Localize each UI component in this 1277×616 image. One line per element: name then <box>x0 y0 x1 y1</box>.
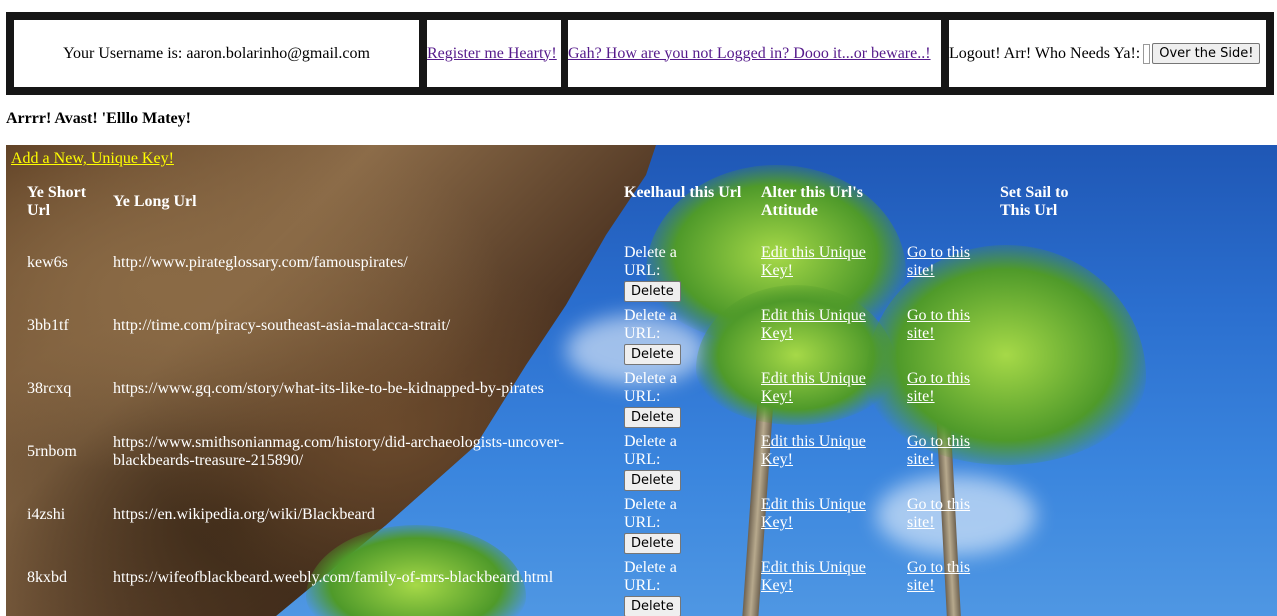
delete-button[interactable]: Delete <box>624 470 681 491</box>
delete-label: Delete a URL: <box>624 496 677 531</box>
delete-button[interactable]: Delete <box>624 596 681 616</box>
logout-label: Logout! Arr! Who Needs Ya!: <box>949 44 1141 62</box>
edit-key-link[interactable]: Edit this Unique Key! <box>761 370 881 406</box>
nav-bar: Your Username is: aaron.bolarinho@gmail.… <box>6 12 1274 95</box>
delete-cell: Delete a URL: Delete <box>624 307 681 365</box>
logout-hidden-input[interactable] <box>1143 43 1151 64</box>
logout-button[interactable]: Over the Side! <box>1152 43 1261 64</box>
long-url-cell: http://time.com/piracy-southeast-asia-ma… <box>113 317 451 334</box>
edit-key-link[interactable]: Edit this Unique Key! <box>761 307 881 343</box>
column-header-visit: Set Sail to This Url <box>1000 184 1069 219</box>
delete-cell: Delete a URL: Delete <box>624 496 681 554</box>
username-text: Your Username is: aaron.bolarinho@gmail.… <box>63 44 370 62</box>
delete-label: Delete a URL: <box>624 559 677 594</box>
greeting-heading: Arrrr! Avast! 'Elllo Matey! <box>6 110 191 127</box>
short-url-cell: 3bb1tf <box>27 317 69 334</box>
short-url-cell: 8kxbd <box>27 569 67 586</box>
long-url-cell: https://www.gq.com/story/what-its-like-t… <box>113 380 544 397</box>
edit-key-link[interactable]: Edit this Unique Key! <box>761 559 881 595</box>
column-header-short: Ye Short Url <box>27 184 87 219</box>
long-url-cell: https://en.wikipedia.org/wiki/Blackbeard <box>113 506 375 523</box>
visit-site-link[interactable]: Go to this site! <box>907 433 987 469</box>
visit-site-link[interactable]: Go to this site! <box>907 307 987 343</box>
delete-button[interactable]: Delete <box>624 344 681 365</box>
delete-label: Delete a URL: <box>624 370 677 405</box>
delete-cell: Delete a URL: Delete <box>624 244 681 302</box>
visit-site-link[interactable]: Go to this site! <box>907 496 987 532</box>
delete-cell: Delete a URL: Delete <box>624 370 681 428</box>
short-url-cell: 5rnbom <box>27 443 77 460</box>
login-link[interactable]: Gah? How are you not Logged in? Dooo it.… <box>568 45 931 63</box>
short-url-cell: i4zshi <box>27 506 66 523</box>
delete-button[interactable]: Delete <box>624 407 681 428</box>
edit-key-link[interactable]: Edit this Unique Key! <box>761 496 881 532</box>
visit-site-link[interactable]: Go to this site! <box>907 244 987 280</box>
delete-label: Delete a URL: <box>624 433 677 468</box>
column-header-long: Ye Long Url <box>113 193 197 210</box>
short-url-cell: 38rcxq <box>27 380 72 397</box>
logout-cell: Logout! Arr! Who Needs Ya!: Over the Sid… <box>949 20 1266 87</box>
delete-cell: Delete a URL: Delete <box>624 559 681 616</box>
short-url-cell: kew6s <box>27 254 68 271</box>
add-key-link[interactable]: Add a New, Unique Key! <box>11 150 174 168</box>
delete-label: Delete a URL: <box>624 307 677 342</box>
column-header-delete: Keelhaul this Url <box>624 184 742 201</box>
register-link[interactable]: Register me Hearty! <box>427 45 557 63</box>
edit-key-link[interactable]: Edit this Unique Key! <box>761 244 881 280</box>
delete-button[interactable]: Delete <box>624 533 681 554</box>
visit-site-link[interactable]: Go to this site! <box>907 370 987 406</box>
delete-label: Delete a URL: <box>624 244 677 279</box>
username-cell: Your Username is: aaron.bolarinho@gmail.… <box>14 20 419 87</box>
login-cell: Gah? How are you not Logged in? Dooo it.… <box>568 20 941 87</box>
edit-key-link[interactable]: Edit this Unique Key! <box>761 433 881 469</box>
delete-button[interactable]: Delete <box>624 281 681 302</box>
url-table-panel: Add a New, Unique Key! Ye Short Url Ye L… <box>6 145 1277 616</box>
long-url-cell: http://www.pirateglossary.com/famouspira… <box>113 254 408 271</box>
long-url-cell: https://wifeofblackbeard.weebly.com/fami… <box>113 569 554 586</box>
column-header-edit: Alter this Url's Attitude <box>761 184 863 219</box>
register-cell: Register me Hearty! <box>427 20 561 87</box>
visit-site-link[interactable]: Go to this site! <box>907 559 987 595</box>
long-url-cell: https://www.smithsonianmag.com/history/d… <box>113 434 565 469</box>
delete-cell: Delete a URL: Delete <box>624 433 681 491</box>
